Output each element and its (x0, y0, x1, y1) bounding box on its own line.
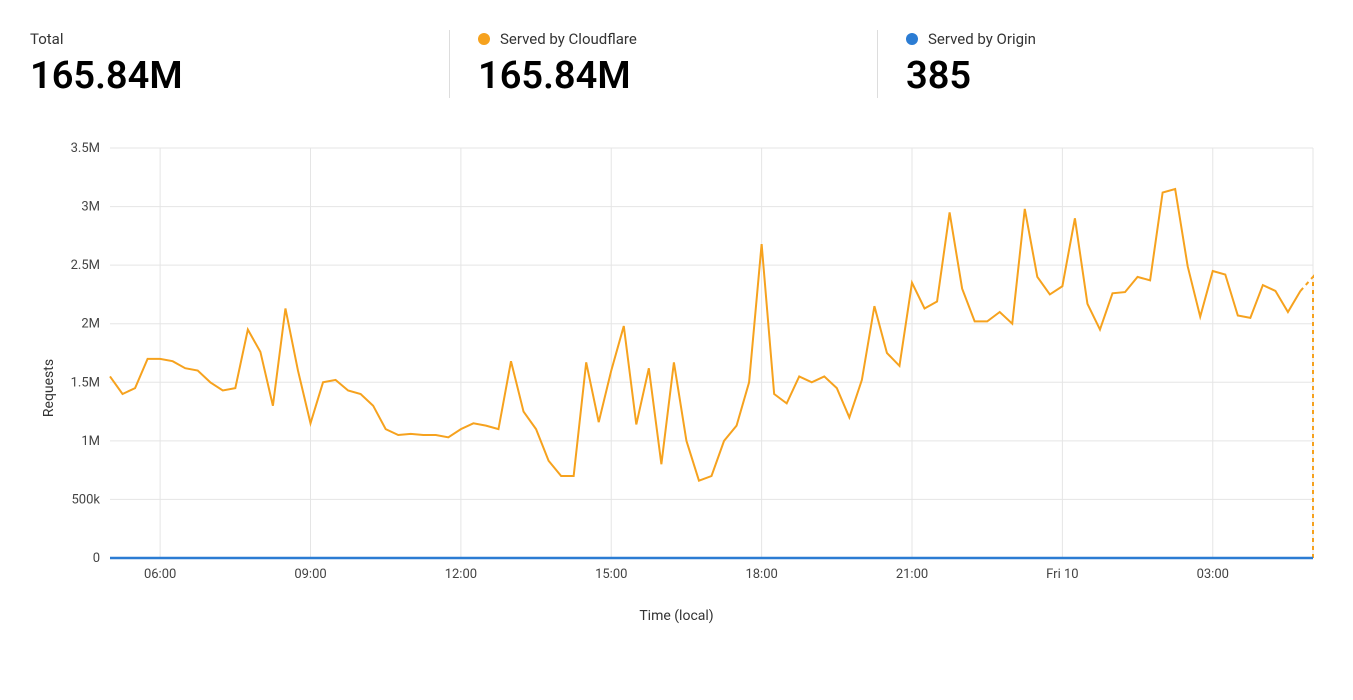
stat-cloudflare-label: Served by Cloudflare (500, 30, 637, 48)
y-axis-label: Requests (41, 359, 57, 417)
svg-text:12:00: 12:00 (445, 567, 477, 582)
svg-text:18:00: 18:00 (745, 567, 777, 582)
svg-text:03:00: 03:00 (1197, 567, 1229, 582)
svg-text:09:00: 09:00 (294, 567, 326, 582)
stat-total-value: 165.84M (30, 56, 421, 98)
stat-origin-label: Served by Origin (928, 30, 1036, 48)
dot-icon (478, 33, 490, 45)
svg-text:21:00: 21:00 (896, 567, 928, 582)
svg-text:15:00: 15:00 (595, 567, 627, 582)
stat-total-label: Total (30, 30, 64, 48)
svg-text:500k: 500k (71, 492, 100, 507)
stats-row: Total 165.84M Served by Cloudflare 165.8… (0, 0, 1353, 108)
svg-text:2M: 2M (81, 317, 100, 332)
dot-icon (906, 33, 918, 45)
stat-origin: Served by Origin 385 (906, 30, 1306, 98)
stat-origin-value: 385 (906, 56, 1278, 98)
stat-total: Total 165.84M (30, 30, 450, 98)
svg-text:3M: 3M (81, 199, 100, 214)
svg-text:3.5M: 3.5M (71, 141, 100, 156)
stat-cloudflare: Served by Cloudflare 165.84M (478, 30, 878, 98)
stat-cloudflare-value: 165.84M (478, 56, 849, 98)
requests-chart: 0 500k 1M 1.5M 2M 2.5M 3M 3.5M 06:00 09:00 12:00 15… (30, 138, 1323, 598)
svg-text:Fri 10: Fri 10 (1046, 567, 1078, 582)
x-axis-label: Time (local) (30, 608, 1323, 624)
chart-container: Requests 0 500k 1M 1.5M 2M 2.5M 3M 3.5M 06:00 09:… (30, 138, 1323, 638)
svg-text:0: 0 (93, 551, 100, 566)
svg-text:1.5M: 1.5M (71, 375, 100, 390)
svg-text:1M: 1M (81, 434, 100, 449)
svg-text:2.5M: 2.5M (71, 258, 100, 273)
svg-text:06:00: 06:00 (144, 567, 176, 582)
